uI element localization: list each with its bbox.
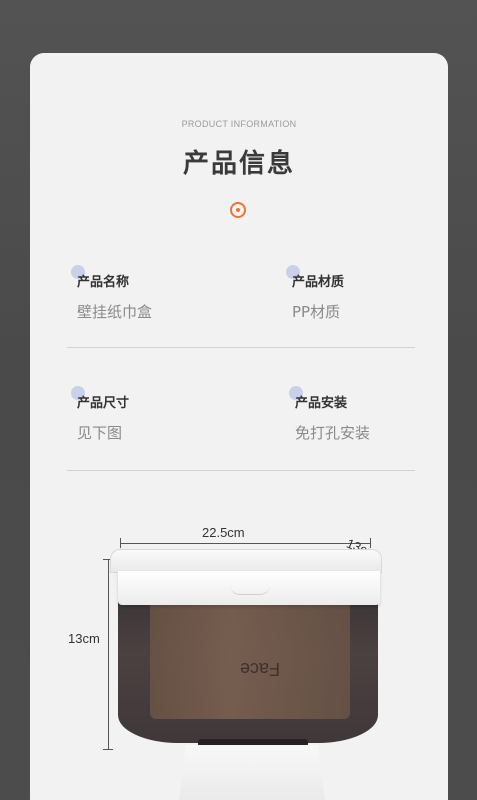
spec-value: 见下图: [77, 424, 123, 442]
dimension-tick: [103, 749, 113, 750]
section-title: 产品信息: [182, 149, 295, 179]
divider: [67, 347, 415, 348]
height-dimension-line: [108, 559, 109, 749]
tissue-box-shelf-top: [110, 549, 382, 573]
product-info-card: PRODUCT INFORMATION 产品信息 产品名称 壁挂纸巾盒 产品材质…: [30, 53, 448, 800]
target-dot-icon: [230, 202, 246, 218]
spec-value: 壁挂纸巾盒: [77, 303, 153, 321]
spec-label: 产品名称: [77, 275, 130, 290]
shelf-logo-icon: [230, 585, 270, 595]
width-dimension-line: [120, 543, 370, 544]
spec-label: 产品安装: [295, 396, 348, 411]
spec-value: PP材质: [292, 303, 341, 321]
product-photo: 22.5cm 13cm 13cm Face: [30, 513, 448, 800]
spec-label: 产品材质: [292, 275, 345, 290]
spec-label: 产品尺寸: [77, 396, 130, 411]
section-eyebrow: PRODUCT INFORMATION: [181, 119, 297, 129]
height-dimension-label: 13cm: [68, 631, 100, 646]
tissue-pack-print: Face: [240, 659, 281, 679]
width-dimension-label: 22.5cm: [202, 525, 245, 540]
dimension-tick: [120, 538, 121, 548]
divider: [67, 470, 415, 471]
tissue-sheet: [177, 745, 327, 800]
spec-value: 免打孔安装: [295, 424, 371, 442]
